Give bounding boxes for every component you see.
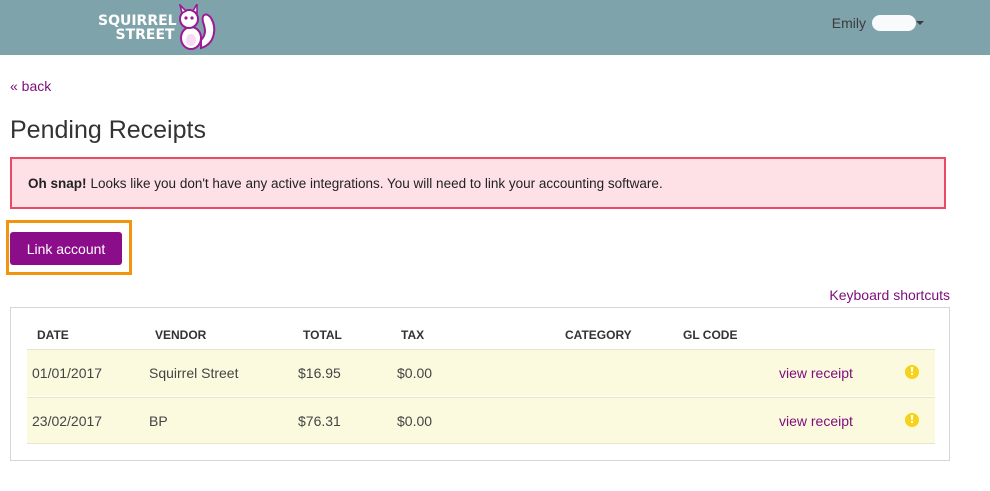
back-link[interactable]: « back <box>10 78 51 94</box>
chevron-down-icon <box>916 21 924 25</box>
warning-icon[interactable]: ! <box>905 365 919 379</box>
column-header-category: CATEGORY <box>565 328 632 342</box>
alert-message: Looks like you don't have any active int… <box>90 175 663 191</box>
squirrel-mascot-icon <box>178 3 215 50</box>
cell-tax: $0.00 <box>397 413 433 429</box>
column-header-vendor: VENDOR <box>155 328 207 342</box>
cell-date: 01/01/2017 <box>32 365 103 381</box>
logo-line-1: SQUIRREL <box>98 12 177 29</box>
keyboard-shortcuts-link[interactable]: Keyboard shortcuts <box>829 287 950 303</box>
cell-total: $76.31 <box>298 413 341 429</box>
alert-strong-text: Oh snap! <box>28 175 87 191</box>
user-name: Emily <box>831 15 866 31</box>
logo-wordmark: SQUIRREL STREET <box>98 14 177 42</box>
receipts-table-panel: DATE VENDOR TOTAL TAX CATEGORY GL CODE 0… <box>10 307 950 461</box>
page-title: Pending Receipts <box>10 116 206 144</box>
brand-logo[interactable]: SQUIRREL STREET <box>98 0 217 55</box>
link-account-button[interactable]: Link account <box>10 232 122 265</box>
column-header-tax: TAX <box>401 328 425 342</box>
top-navbar: SQUIRREL STREET Emily <box>0 0 990 55</box>
logo-line-2: STREET <box>115 26 175 43</box>
view-receipt-link[interactable]: view receipt <box>779 365 853 381</box>
warning-icon[interactable]: ! <box>905 413 919 427</box>
table-row[interactable]: 23/02/2017 BP $76.31 $0.00 view receipt … <box>27 397 935 444</box>
redacted-surname <box>872 15 916 31</box>
column-header-total: TOTAL <box>303 328 342 342</box>
view-receipt-link[interactable]: view receipt <box>779 413 853 429</box>
cell-vendor: Squirrel Street <box>149 365 239 381</box>
error-alert: Oh snap! Looks like you don't have any a… <box>10 157 946 209</box>
user-menu-dropdown[interactable]: Emily <box>832 15 924 31</box>
table-row[interactable]: 01/01/2017 Squirrel Street $16.95 $0.00 … <box>27 349 935 396</box>
cell-vendor: BP <box>149 413 168 429</box>
column-header-date: DATE <box>37 328 69 342</box>
cell-tax: $0.00 <box>397 365 433 381</box>
cell-total: $16.95 <box>298 365 341 381</box>
table-header: DATE VENDOR TOTAL TAX CATEGORY GL CODE <box>27 328 935 348</box>
cell-date: 23/02/2017 <box>32 413 103 429</box>
column-header-gl-code: GL CODE <box>683 328 738 342</box>
